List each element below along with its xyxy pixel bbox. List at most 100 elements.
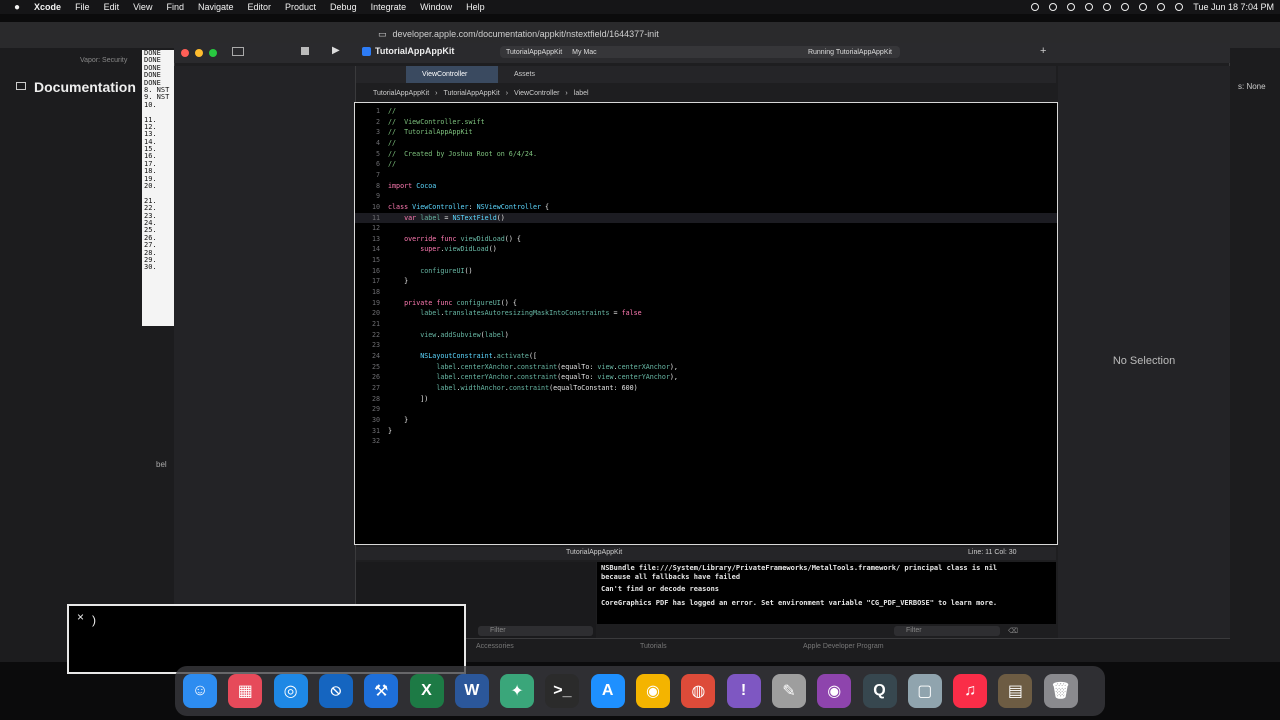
stop-button[interactable]	[301, 47, 309, 55]
chrome-icon[interactable]: ◍	[681, 674, 716, 708]
code-line[interactable]: 29	[355, 404, 1057, 415]
menu-find[interactable]: Find	[166, 2, 184, 12]
code-line[interactable]: 31}	[355, 426, 1057, 437]
browser-tab[interactable]: Vapor: Security	[80, 57, 127, 64]
jumpbar-file[interactable]: ViewController	[514, 90, 559, 97]
jumpbar-symbol[interactable]: label	[574, 90, 589, 97]
xcode-icon[interactable]: ⚒	[364, 674, 399, 708]
code-line[interactable]: 17 }	[355, 276, 1057, 287]
code-line[interactable]: 24 NSLayoutConstraint.activate([	[355, 351, 1057, 362]
code-line[interactable]: 9	[355, 191, 1057, 202]
zoom-window-button[interactable]	[209, 49, 217, 57]
app-menu[interactable]: Xcode	[34, 2, 61, 12]
siri-icon[interactable]	[1175, 3, 1184, 11]
address-bar[interactable]: ▭ developer.apple.com/documentation/appk…	[378, 26, 898, 42]
trash-console-icon[interactable]: ⌫	[1008, 627, 1018, 635]
word-icon[interactable]: W	[454, 674, 489, 708]
launchpad-icon[interactable]: ▦	[228, 674, 263, 708]
quicktime-icon[interactable]: Q	[862, 674, 897, 708]
tab-viewcontroller[interactable]: ViewController	[406, 66, 498, 83]
code-line[interactable]: 21	[355, 319, 1057, 330]
footer-link[interactable]: Accessories	[476, 643, 514, 650]
code-line[interactable]: 11 var label = NSTextField()	[355, 212, 1057, 224]
textedit-icon[interactable]: ✎	[771, 674, 806, 708]
code-line[interactable]: 25 label.centerXAnchor.constraint(equalT…	[355, 362, 1057, 373]
close-icon[interactable]: ×	[77, 610, 84, 624]
code-line[interactable]: 26 label.centerYAnchor.constraint(equalT…	[355, 372, 1057, 383]
close-window-button[interactable]	[181, 49, 189, 57]
sidebar-toggle-icon[interactable]	[16, 82, 26, 90]
search-icon[interactable]	[1139, 3, 1148, 11]
code-line[interactable]: 13 override func viewDidLoad() {	[355, 234, 1057, 245]
menu-file[interactable]: File	[75, 2, 90, 12]
menu-editor[interactable]: Editor	[248, 2, 272, 12]
code-line[interactable]: 30 }	[355, 415, 1057, 426]
photo-stack-icon[interactable]: ▤	[998, 674, 1033, 708]
trash-icon[interactable]: 🗑	[1043, 674, 1078, 708]
footer-link[interactable]: Tutorials	[640, 643, 667, 650]
battery-icon[interactable]	[1103, 3, 1112, 11]
code-line[interactable]: 7	[355, 170, 1057, 181]
record-icon[interactable]	[1031, 3, 1040, 11]
play-icon[interactable]	[1085, 3, 1094, 11]
code-line[interactable]: 28 ])	[355, 394, 1057, 405]
code-line[interactable]: 4 //	[355, 138, 1057, 149]
add-tab-icon[interactable]: +	[1040, 45, 1046, 57]
code-line[interactable]: 3 // TutorialAppAppKit	[355, 127, 1057, 138]
bluetooth-icon[interactable]	[1067, 3, 1076, 11]
code-line[interactable]: 15	[355, 255, 1057, 266]
run-button[interactable]: ▶	[332, 45, 340, 56]
code-line[interactable]: 10 class ViewController: NSViewController…	[355, 202, 1057, 213]
code-line[interactable]: 18	[355, 287, 1057, 298]
code-editor[interactable]: 1 // 2 // ViewController.swift 3 // TutorialA…	[354, 102, 1058, 545]
jumpbar-group[interactable]: TutorialAppAppKit	[444, 90, 500, 97]
puzzle-app-icon[interactable]: ✦	[500, 674, 535, 708]
menu-product[interactable]: Product	[285, 2, 316, 12]
code-line[interactable]: 16 configureUI()	[355, 266, 1057, 277]
code-line[interactable]: 12	[355, 223, 1057, 234]
menu-view[interactable]: View	[133, 2, 152, 12]
code-line[interactable]: 8 import Cocoa	[355, 181, 1057, 192]
excel-icon[interactable]: X	[409, 674, 444, 708]
code-line[interactable]: 1 //	[355, 106, 1057, 117]
menu-help[interactable]: Help	[466, 2, 485, 12]
control-center-icon[interactable]	[1157, 3, 1166, 11]
footer-link[interactable]: Apple Developer Program	[803, 643, 884, 650]
safari-icon[interactable]: ◎	[273, 674, 308, 708]
scheme-selector[interactable]: TutorialAppAppKit	[506, 49, 562, 56]
activity-view[interactable]: TutorialAppAppKit My Mac Running Tutoria…	[500, 46, 900, 58]
app-store-icon[interactable]: A	[590, 674, 625, 708]
finder-icon[interactable]: ☺	[183, 674, 217, 708]
clock[interactable]: Tue Jun 18 7:04 PM	[1193, 2, 1274, 12]
minimize-window-button[interactable]	[195, 49, 203, 57]
preview-icon[interactable]: ▢	[907, 674, 942, 708]
menu-window[interactable]: Window	[420, 2, 452, 12]
blocked-app-icon[interactable]: ⦸	[318, 674, 353, 708]
code-line[interactable]: 32	[355, 436, 1057, 447]
wifi-icon[interactable]	[1121, 3, 1130, 11]
code-line[interactable]: 23	[355, 340, 1057, 351]
code-line[interactable]: 27 label.widthAnchor.constraint(equalToC…	[355, 383, 1057, 394]
music-icon[interactable]: ♫	[953, 674, 988, 708]
feedback-icon[interactable]: !	[726, 674, 761, 708]
menu-debug[interactable]: Debug	[330, 2, 357, 12]
airdrop-icon[interactable]	[1049, 3, 1058, 11]
amphetamine-icon[interactable]: ◉	[636, 674, 670, 708]
code-line[interactable]: 22 view.addSubview(label)	[355, 330, 1057, 341]
destination-selector[interactable]: My Mac	[572, 49, 597, 56]
code-line[interactable]: 6 //	[355, 159, 1057, 170]
code-line[interactable]: 20 label.translatesAutoresizingMaskIntoC…	[355, 308, 1057, 319]
apple-menu-icon[interactable]: ●	[14, 2, 20, 13]
menu-edit[interactable]: Edit	[104, 2, 120, 12]
variables-filter-input[interactable]: Filter	[478, 626, 593, 636]
menu-integrate[interactable]: Integrate	[371, 2, 407, 12]
podcasts-icon[interactable]: ◉	[817, 674, 852, 708]
tab-assets[interactable]: Assets	[514, 66, 535, 83]
jumpbar-project[interactable]: TutorialAppAppKit	[373, 90, 429, 97]
console-filter-input[interactable]: Filter	[894, 626, 1000, 636]
code-line[interactable]: 2 // ViewController.swift	[355, 117, 1057, 128]
code-line[interactable]: 5 // Created by Joshua Root on 6/4/24.	[355, 149, 1057, 160]
terminal-icon[interactable]: >_	[545, 674, 580, 708]
code-line[interactable]: 14 super.viewDidLoad()	[355, 244, 1057, 255]
navigator-toggle-icon[interactable]	[232, 47, 244, 56]
